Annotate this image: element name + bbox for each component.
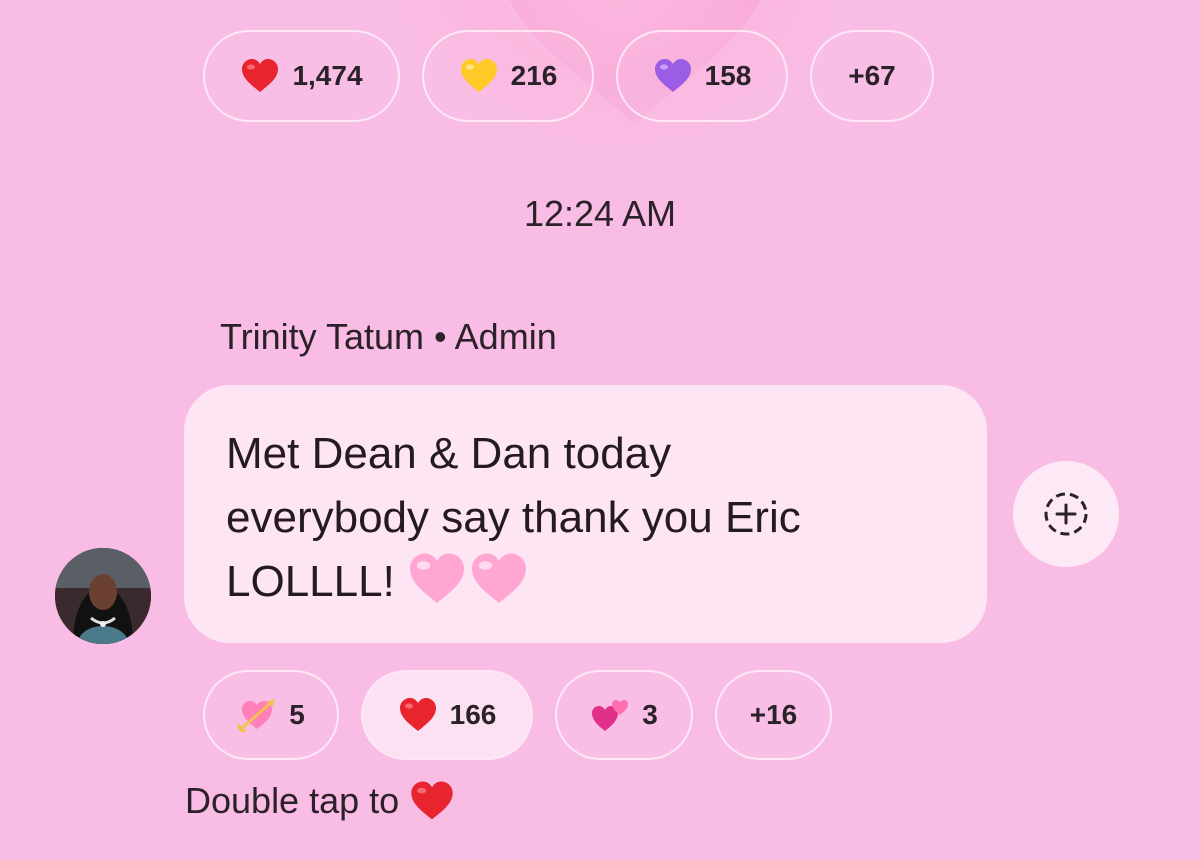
more-reactions-chip[interactable]: +16	[715, 670, 832, 760]
pink-heart-icon	[471, 553, 526, 603]
add-reaction-button[interactable]	[1013, 461, 1119, 567]
reaction-chip-red-heart[interactable]: 166	[361, 670, 533, 760]
red-heart-icon	[411, 781, 453, 820]
red-heart-icon	[399, 698, 436, 731]
double-tap-hint: Double tap to	[185, 780, 455, 822]
purple-heart-icon	[654, 59, 691, 92]
add-reaction-icon	[1044, 492, 1088, 536]
reaction-count: 1,474	[292, 60, 363, 91]
pink-heart-icon	[409, 553, 464, 603]
sender-avatar[interactable]	[55, 548, 151, 644]
message-emoji	[407, 552, 529, 606]
two-hearts-icon	[592, 700, 629, 731]
message-reactions-bottom: 5 166 3 +16	[203, 670, 854, 760]
avatar-image	[55, 548, 151, 644]
reaction-chip-two-hearts[interactable]: 3	[555, 670, 693, 760]
yellow-heart-icon	[460, 59, 497, 92]
reaction-count: 5	[289, 699, 305, 730]
more-reactions-chip[interactable]: +67	[810, 30, 934, 122]
message-line-text: LOLLLL!	[226, 557, 395, 606]
reaction-count: 166	[449, 699, 497, 730]
message-line: Met Dean & Dan today	[226, 429, 672, 478]
message-reactions-top: 1,474 216 158 +67	[203, 30, 956, 122]
message-line: everybody say thank you Eric	[226, 486, 947, 550]
message-line-text: everybody say thank you Eric	[226, 493, 801, 542]
more-reactions-count: +16	[749, 699, 798, 730]
message-line: LOLLLL!	[226, 550, 947, 614]
message-timestamp: 12:24 AM	[523, 193, 677, 234]
reaction-chip-yellow-heart[interactable]: 216	[422, 30, 594, 122]
reaction-count: 216	[510, 60, 558, 91]
more-reactions-count: +67	[848, 60, 896, 91]
red-heart-icon	[242, 59, 279, 92]
sender-name: Trinity Tatum • Admin	[220, 316, 557, 357]
reaction-chip-heart-with-arrow[interactable]: 5	[203, 670, 339, 760]
reaction-chip-purple-heart[interactable]: 158	[616, 30, 788, 122]
heart-with-arrow-icon	[237, 698, 276, 733]
double-tap-text: Double tap to	[185, 780, 400, 821]
reaction-count: 3	[642, 699, 658, 730]
reaction-count: 158	[704, 60, 752, 91]
message-bubble[interactable]: Met Dean & Dan today everybody say thank…	[184, 385, 987, 643]
reaction-chip-red-heart[interactable]: 1,474	[203, 30, 400, 122]
